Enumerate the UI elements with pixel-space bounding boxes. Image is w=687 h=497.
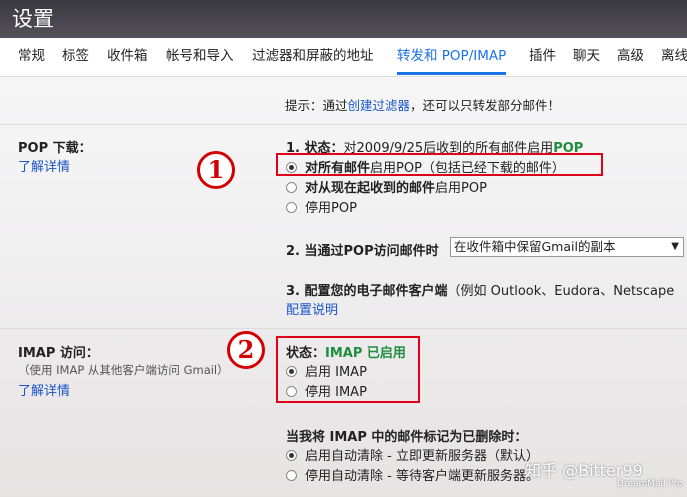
settings-header: 设置	[0, 0, 687, 38]
settings-tabs: 常规 标签 收件箱 帐号和导入 过滤器和屏蔽的地址 转发和 POP/IMAP 插…	[0, 38, 687, 77]
imap-section-title: IMAP 访问：	[18, 346, 99, 361]
hint-suffix: ，还可以只转发部分邮件！	[410, 98, 561, 113]
pop-option-disable-text: 停用POP	[305, 201, 357, 216]
pop-option-from-now[interactable]: 对从现在起收到的邮件启用POP	[286, 177, 487, 196]
pop-config-hint: （例如 Outlook、Eudora、Netscape	[447, 284, 675, 299]
tab-addons[interactable]: 插件	[529, 38, 556, 75]
annotation-box-pop	[276, 153, 603, 176]
imap-delete-title: 当我将 IMAP 中的邮件标记为已删除时：	[286, 430, 528, 445]
tab-filters-blocked[interactable]: 过滤器和屏蔽的地址	[252, 38, 374, 75]
annotation-box-imap	[276, 336, 420, 403]
zhihu-watermark: 知乎 @Bitter99	[525, 461, 643, 480]
tab-accounts-import[interactable]: 帐号和导入	[166, 38, 234, 75]
tab-offline[interactable]: 离线	[661, 38, 687, 75]
annotation-number-one: 1	[197, 151, 235, 189]
tab-general[interactable]: 常规	[18, 38, 45, 75]
pop-access-label: 2. 当通过POP访问邮件时	[286, 244, 439, 259]
pop-option-from-now-text: 启用POP	[435, 181, 487, 196]
pop-option-from-now-bold: 对从现在起收到的邮件	[305, 181, 436, 196]
hint-prefix: 提示：通过	[285, 98, 348, 113]
autoexpunge-on-text: 启用自动清除 - 立即更新服务器（默认）	[305, 449, 539, 464]
tab-advanced[interactable]: 高级	[617, 38, 644, 75]
imap-autoexpunge-off[interactable]: 停用自动清除 - 等待客户端更新服务器。	[286, 465, 539, 484]
pop-access-select[interactable]: 在收件箱中保留Gmail的副本 ▼	[450, 237, 684, 257]
autoexpunge-off-radio[interactable]	[286, 470, 297, 481]
create-filter-link[interactable]: 创建过滤器	[348, 98, 411, 113]
pop-section-title: POP 下载：	[18, 141, 92, 156]
page-title: 设置	[12, 7, 54, 31]
pop-config-label: 3. 配置您的电子邮件客户端	[286, 284, 448, 299]
autoexpunge-on-radio[interactable]	[286, 450, 297, 461]
filter-hint: 提示：通过创建过滤器，还可以只转发部分邮件！	[285, 95, 560, 114]
pop-option-disable[interactable]: 停用POP	[286, 197, 357, 216]
pop-config: 3. 配置您的电子邮件客户端（例如 Outlook、Eudora、Netscap…	[286, 280, 674, 299]
imap-learn-more-link[interactable]: 了解详情	[18, 380, 70, 399]
pop-from-now-radio[interactable]	[286, 182, 297, 193]
divider	[0, 124, 687, 125]
settings-content: 提示：通过创建过滤器，还可以只转发部分邮件！ POP 下载： 了解详情 1. 状…	[0, 77, 687, 497]
annotation-number-two: 2	[227, 331, 265, 369]
autoexpunge-off-text: 停用自动清除 - 等待客户端更新服务器。	[305, 469, 539, 484]
pop-disable-radio[interactable]	[286, 202, 297, 213]
pop-access-select-value: 在收件箱中保留Gmail的副本	[454, 239, 616, 254]
tab-labels[interactable]: 标签	[62, 38, 89, 75]
tab-inbox[interactable]: 收件箱	[107, 38, 148, 75]
pop-config-instructions-link[interactable]: 配置说明	[286, 299, 338, 318]
imap-autoexpunge-on[interactable]: 启用自动清除 - 立即更新服务器（默认）	[286, 445, 539, 464]
tab-chat[interactable]: 聊天	[573, 38, 600, 75]
divider	[0, 328, 687, 329]
pop-learn-more-link[interactable]: 了解详情	[18, 156, 70, 175]
tab-forwarding-pop-imap[interactable]: 转发和 POP/IMAP	[397, 38, 507, 75]
dreammail-watermark: DreamMail Pro	[617, 479, 683, 489]
chevron-down-icon: ▼	[671, 241, 679, 252]
imap-subtitle: （使用 IMAP 从其他客户端访问 Gmail）	[18, 363, 229, 377]
